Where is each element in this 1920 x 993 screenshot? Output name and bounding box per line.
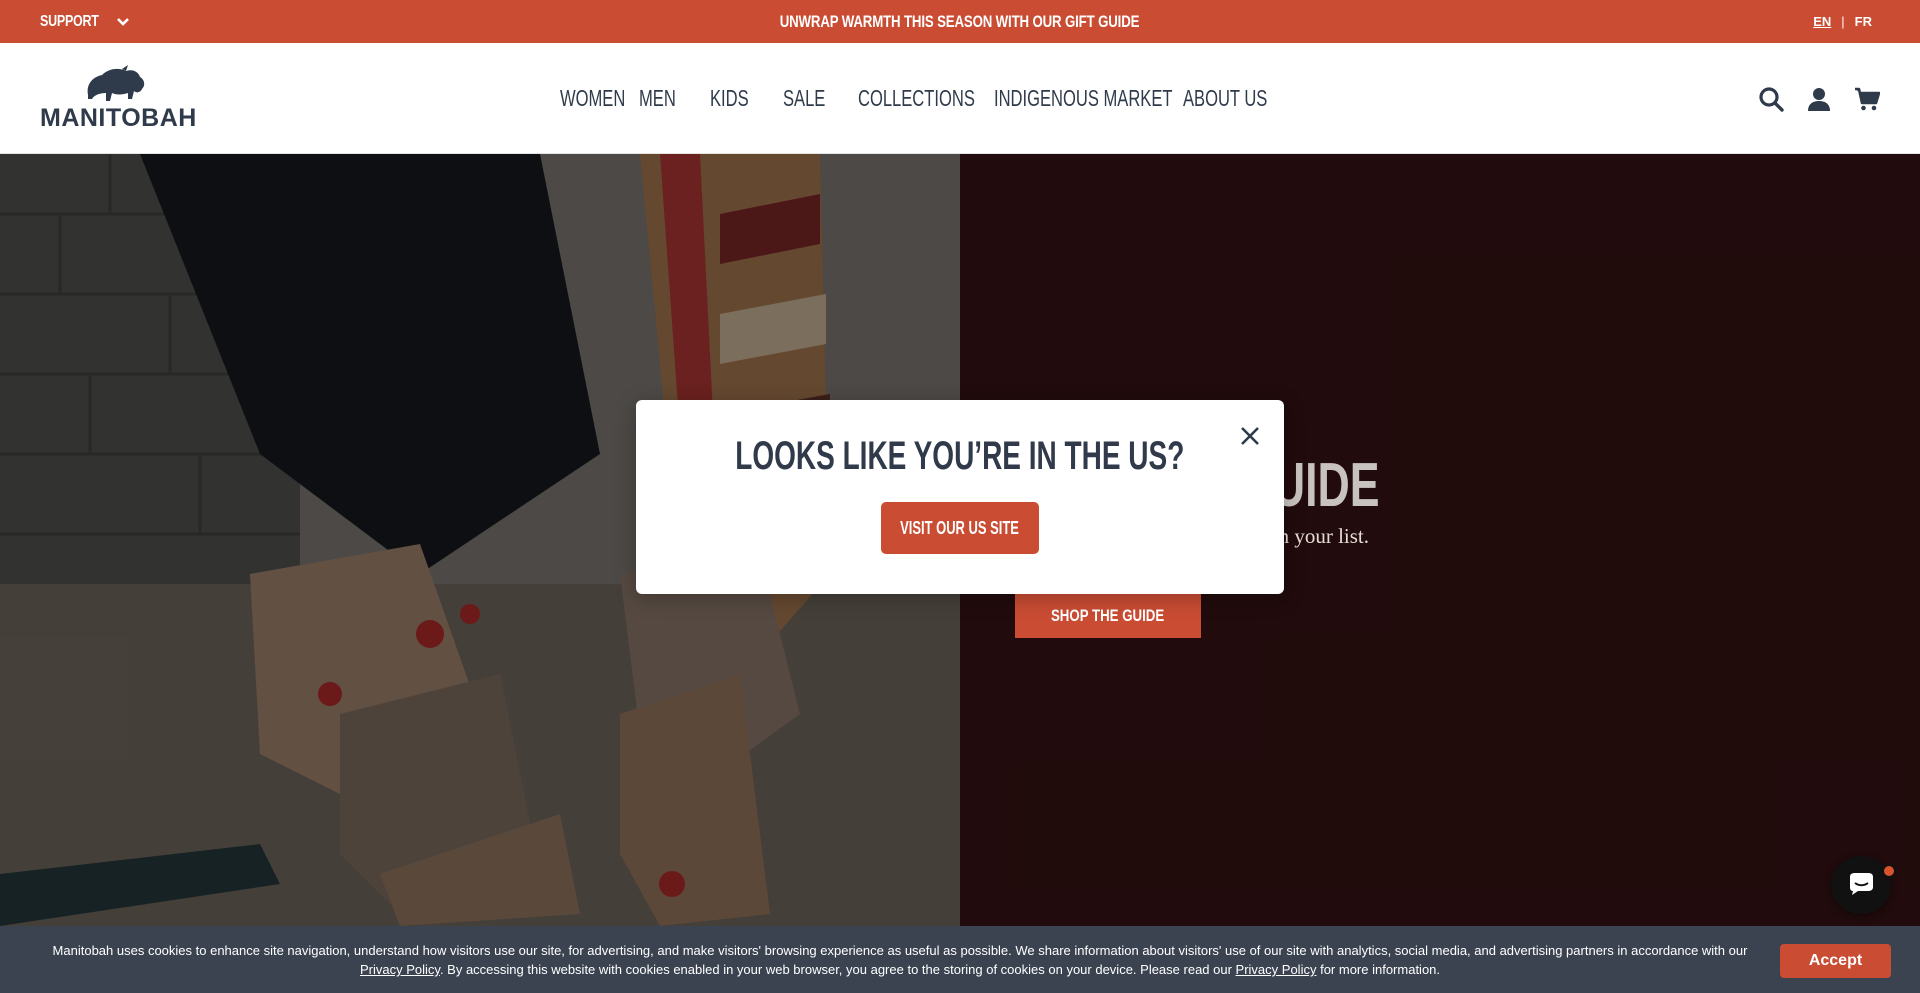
lang-fr-link[interactable]: FR bbox=[1855, 14, 1872, 29]
main-nav: WOMEN MEN KIDS SALE COLLECTIONS INDIGENO… bbox=[560, 43, 1267, 154]
accept-cookies-button[interactable]: Accept bbox=[1780, 944, 1891, 978]
bison-icon bbox=[87, 65, 145, 101]
announcement-link[interactable]: UNWRAP WARMTH THIS SEASON WITH OUR GIFT … bbox=[0, 0, 1920, 43]
cookie-text: Manitobah uses cookies to enhance site n… bbox=[40, 941, 1760, 979]
lang-separator: | bbox=[1841, 14, 1845, 29]
nav-label: COLLECTIONS bbox=[858, 85, 975, 111]
nav-label: MEN bbox=[639, 85, 676, 111]
modal-title: LOOKS LIKE YOU’RE IN THE US? bbox=[735, 434, 1185, 478]
site-header: MANITOBAH WOMEN MEN KIDS SALE COLLECTION… bbox=[0, 43, 1920, 154]
cookie-text-part: . By accessing this website with cookies… bbox=[439, 962, 1236, 977]
announcement-text: UNWRAP WARMTH THIS SEASON WITH OUR GIFT … bbox=[780, 11, 1140, 31]
nav-item-collections[interactable]: COLLECTIONS bbox=[858, 85, 994, 112]
lang-en-link[interactable]: EN bbox=[1813, 14, 1831, 29]
chat-bubble-icon bbox=[1850, 873, 1873, 895]
cookie-banner: Manitobah uses cookies to enhance site n… bbox=[0, 926, 1920, 993]
cart-icon[interactable] bbox=[1854, 86, 1880, 112]
privacy-policy-link[interactable]: Privacy Policy bbox=[1236, 962, 1317, 977]
announcement-bar: SUPPORT UNWRAP WARMTH THIS SEASON WITH O… bbox=[0, 0, 1920, 43]
nav-label: WOMEN bbox=[560, 85, 626, 111]
account-icon[interactable] bbox=[1806, 86, 1832, 112]
search-icon[interactable] bbox=[1758, 86, 1784, 112]
chat-notification-badge bbox=[1882, 864, 1896, 878]
nav-item-kids[interactable]: KIDS bbox=[710, 85, 783, 112]
language-switcher: EN | FR bbox=[1813, 0, 1872, 43]
visit-us-site-button[interactable]: VISIT OUR US SITE bbox=[881, 502, 1039, 554]
nav-label: ABOUT US bbox=[1183, 85, 1268, 111]
cookie-text-part: for more information. bbox=[1316, 962, 1441, 977]
site-logo[interactable]: MANITOBAH bbox=[40, 65, 197, 133]
cookie-text-part: Manitobah uses cookies to enhance site n… bbox=[52, 943, 1748, 958]
header-icons bbox=[1758, 43, 1880, 154]
region-modal: LOOKS LIKE YOU’RE IN THE US? VISIT OUR U… bbox=[636, 400, 1284, 594]
nav-item-women[interactable]: WOMEN bbox=[560, 85, 639, 112]
nav-item-about-us[interactable]: ABOUT US bbox=[1183, 85, 1267, 112]
nav-item-indigenous-market[interactable]: INDIGENOUS MARKET bbox=[994, 85, 1183, 112]
shop-the-guide-button[interactable]: SHOP THE GUIDE bbox=[1015, 593, 1201, 638]
chat-button[interactable] bbox=[1831, 856, 1891, 914]
nav-label: INDIGENOUS MARKET bbox=[994, 85, 1173, 111]
nav-label: SALE bbox=[783, 85, 826, 111]
privacy-policy-link[interactable]: Privacy Policy bbox=[360, 962, 440, 977]
logo-text: MANITOBAH bbox=[40, 104, 197, 132]
nav-label: KIDS bbox=[710, 85, 749, 111]
nav-item-men[interactable]: MEN bbox=[639, 85, 710, 112]
nav-item-sale[interactable]: SALE bbox=[783, 85, 858, 112]
